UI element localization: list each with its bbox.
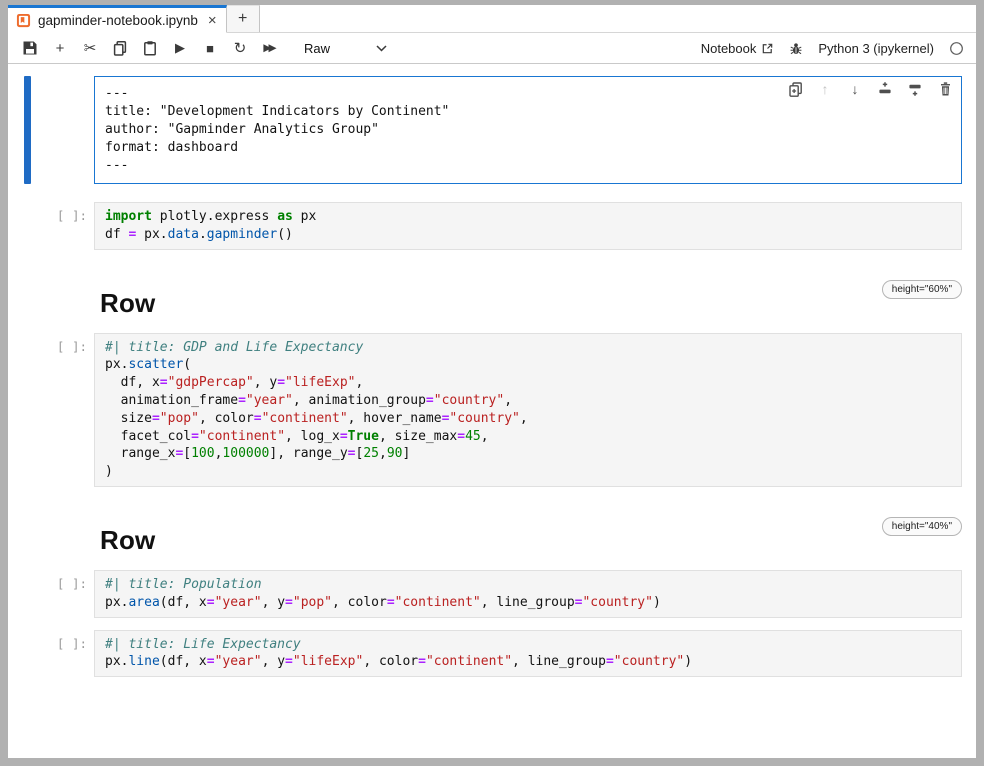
code-cell-source: #| title: Life Expectancypx.line(df, x="… [105,636,951,672]
code-cell-source: #| title: Populationpx.area(df, x="year"… [105,576,951,612]
markdown-rendered[interactable]: height="40%" Row [94,515,962,570]
jupyterlab-window: gapminder-notebook.ipynb × + + ✂ [8,5,976,758]
cell-gutter: [ ]: [8,202,94,250]
tab-close-icon[interactable]: × [208,13,217,28]
duplicate-cell-icon[interactable] [786,80,804,98]
notebook-view-switch[interactable]: Notebook [701,41,775,56]
run-all-icon[interactable]: ▶▶ [258,36,282,60]
cell-prompt: [ ]: [57,208,87,223]
trash-icon[interactable] [936,80,954,98]
cell-type-value: Raw [304,41,330,56]
cell-gutter: [ ]: [8,570,94,618]
code-cell-editor[interactable]: #| title: Populationpx.area(df, x="year"… [94,570,962,618]
markdown-cell-row1: height="60%" Row [8,278,962,333]
cell-prompt: [ ]: [57,339,87,354]
markdown-cell-row2: height="40%" Row [8,515,962,570]
code-cell-editor[interactable]: #| title: GDP and Life Expectancypx.scat… [94,333,962,487]
move-down-icon[interactable]: ↓ [846,80,864,98]
notebook-panel: ↑ ↓ [8,64,976,758]
code-cell-editor[interactable]: import plotly.express as pxdf = px.data.… [94,202,962,250]
code-cell-source: import plotly.express as pxdf = px.data.… [105,208,951,244]
copy-icon[interactable] [108,36,132,60]
insert-above-icon[interactable] [876,80,894,98]
insert-below-icon[interactable] [906,80,924,98]
notebook-toolbar: + ✂ ▶ ■ ↻ ▶▶ Raw [8,33,976,64]
cell-toolbar: ↑ ↓ [786,80,954,98]
save-icon[interactable] [18,36,42,60]
interrupt-icon[interactable]: ■ [198,36,222,60]
bug-icon[interactable] [789,41,803,56]
restart-icon[interactable]: ↻ [228,36,252,60]
cell-gutter [8,278,94,333]
code-cell-editor[interactable]: #| title: Life Expectancypx.line(df, x="… [94,630,962,678]
add-cell-icon[interactable]: + [48,36,72,60]
active-cell-indicator [24,76,31,184]
cell-prompt: [ ]: [57,636,87,651]
cell-gutter [8,515,94,570]
height-badge: height="40%" [882,517,962,536]
tab-bar: gapminder-notebook.ipynb × + [8,5,976,33]
external-link-icon [761,42,774,55]
row-heading: Row [100,288,962,319]
raw-cell-frontmatter: ↑ ↓ [8,76,962,184]
kernel-status-icon[interactable] [949,41,964,56]
cell-gutter: [ ]: [8,333,94,487]
notebook-file-icon [16,13,31,28]
raw-cell-source: ---title: "Development Indicators by Con… [105,85,951,175]
run-icon[interactable]: ▶ [168,36,192,60]
kernel-name[interactable]: Python 3 (ipykernel) [818,41,934,56]
paste-icon[interactable] [138,36,162,60]
chevron-down-icon [376,45,387,52]
row-heading: Row [100,525,962,556]
cut-icon[interactable]: ✂ [78,36,102,60]
height-badge: height="60%" [882,280,962,299]
tab-gapminder-notebook[interactable]: gapminder-notebook.ipynb × [8,5,227,33]
code-cell-scatter: [ ]: #| title: GDP and Life Expectancypx… [8,333,962,487]
cell-gutter [8,76,94,184]
markdown-rendered[interactable]: height="60%" Row [94,278,962,333]
code-cell-imports: [ ]: import plotly.express as pxdf = px.… [8,202,962,250]
raw-cell-editor[interactable]: ↑ ↓ [94,76,962,184]
code-cell-population: [ ]: #| title: Populationpx.area(df, x="… [8,570,962,618]
cell-prompt: [ ]: [57,576,87,591]
code-cell-source: #| title: GDP and Life Expectancypx.scat… [105,339,951,481]
new-tab-button[interactable]: + [227,5,260,32]
cell-type-dropdown[interactable]: Raw [304,41,387,56]
toolbar-right: Notebook Python 3 (ipykernel) [701,41,964,56]
notebook-label: Notebook [701,41,757,56]
move-up-icon[interactable]: ↑ [816,80,834,98]
code-cell-life-expectancy: [ ]: #| title: Life Expectancypx.line(df… [8,630,962,678]
tab-title: gapminder-notebook.ipynb [38,13,198,28]
cell-gutter: [ ]: [8,630,94,678]
